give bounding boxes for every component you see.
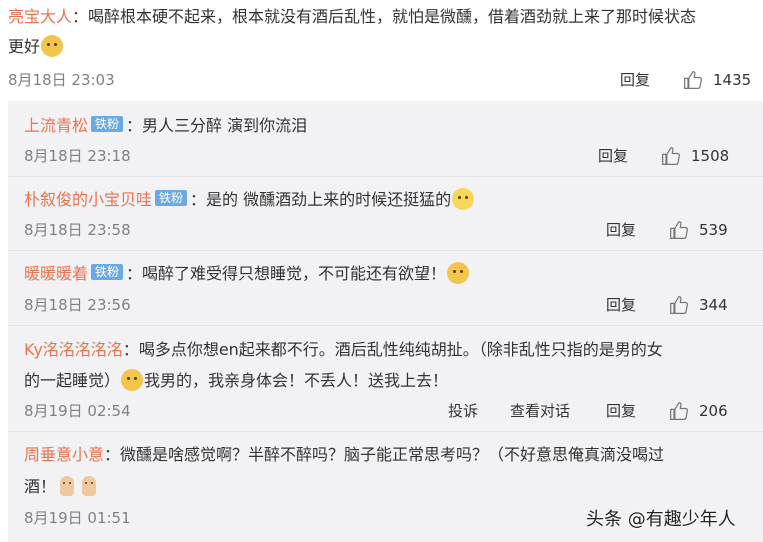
baby-emoji-icon — [60, 476, 75, 496]
reply-3-text: ：喝醉了难受得只想睡觉，不可能还有欲望！ — [126, 264, 447, 283]
main-comment-text: ：喝醉根本硬不起来，根本就没有酒后乱性，就怕是微醺，借着酒劲就上来了那时候状态 — [72, 7, 697, 26]
reply-4-text-2a: 的一起睡觉） — [24, 371, 121, 390]
doge-emoji-icon — [41, 35, 64, 57]
divider — [8, 325, 763, 326]
main-like-count: 1435 — [713, 71, 752, 89]
reply-2-reply-button[interactable]: 回复 — [606, 220, 636, 240]
reply-1-like-button[interactable]: 1508 — [661, 145, 729, 167]
reply-4-content: Ky洺洺洺洺洺：喝多点你想en起来都不行。酒后乱性纯纯胡扯。（除非乱性只指的是男… — [24, 338, 663, 362]
divider — [8, 250, 763, 251]
reply-1-content: 上流青松 铁粉 ：男人三分醉 演到你流泪 — [24, 114, 307, 138]
thumbs-up-icon — [670, 221, 688, 239]
reply-2-time: 8月18日 23:58 — [24, 221, 131, 239]
reply-5-time: 8月19日 01:51 — [24, 509, 131, 527]
reply-1-time: 8月18日 23:18 — [24, 147, 131, 165]
thumbs-up-icon — [684, 71, 702, 89]
thumbs-up-icon — [662, 147, 680, 165]
reply-5-content: 周垂意小意：微醺是啥感觉啊？半醉不醉吗？脑子能正常思考吗？（不好意思俺真滴没喝过 — [24, 443, 664, 467]
main-comment-line-1: 亮宝大人：喝醉根本硬不起来，根本就没有酒后乱性，就怕是微醺，借着酒劲就上来了那时… — [8, 5, 696, 29]
reply-3-time: 8月18日 23:56 — [24, 296, 131, 314]
reply-4-text-2b: 我男的，我亲身体会！不丢人！送我上去！ — [144, 371, 449, 390]
reply-2-username[interactable]: 朴叙俊的小宝贝哇 — [24, 190, 152, 209]
replies-section — [8, 101, 763, 542]
reply-5-text: ：微醺是啥感觉啊？半醉不醉吗？脑子能正常思考吗？（不好意思俺真滴没喝过 — [104, 445, 665, 464]
watermark: 头条 @有趣少年人 — [586, 509, 736, 530]
main-comment-line-2: 更好 — [8, 35, 64, 59]
reply-3-reply-button[interactable]: 回复 — [606, 295, 636, 315]
reply-3-like-count: 344 — [699, 296, 728, 314]
divider — [8, 176, 763, 177]
reply-2-text: ：是的 微醺酒劲上来的时候还挺猛的 — [190, 190, 452, 209]
reply-2-like-button[interactable]: 539 — [669, 219, 728, 241]
reply-4-like-count: 206 — [699, 402, 728, 420]
reply-1-username[interactable]: 上流青松 — [24, 116, 88, 135]
laugh-emoji-icon — [452, 188, 475, 210]
reply-1-reply-button[interactable]: 回复 — [598, 146, 628, 166]
main-comment: 亮宝大人：喝醉根本硬不起来，根本就没有酒后乱性，就怕是微醺，借着酒劲就上来了那时… — [0, 0, 763, 100]
main-comment-time: 8月18日 23:03 — [8, 71, 115, 89]
reply-5-content-2: 酒！ — [24, 475, 100, 499]
reply-4-reply-button[interactable]: 回复 — [606, 401, 636, 421]
reply-2-content: 朴叙俊的小宝贝哇 铁粉 ：是的 微醺酒劲上来的时候还挺猛的 — [24, 188, 475, 212]
thumbs-up-icon — [670, 296, 688, 314]
reply-4-username[interactable]: Ky洺洺洺洺洺 — [24, 340, 123, 359]
reply-1-like-count: 1508 — [691, 147, 730, 165]
fan-badge: 铁粉 — [155, 190, 188, 206]
reply-4-text: ：喝多点你想en起来都不行。酒后乱性纯纯胡扯。（除非乱性只指的是男的女 — [122, 340, 663, 359]
doge-emoji-icon — [447, 262, 470, 284]
reply-4-content-2: 的一起睡觉） 我男的，我亲身体会！不丢人！送我上去！ — [24, 369, 448, 393]
view-conversation-button[interactable]: 查看对话 — [510, 401, 570, 421]
fan-badge: 铁粉 — [91, 264, 124, 280]
reply-5-username[interactable]: 周垂意小意 — [24, 445, 104, 464]
thumbs-up-icon — [670, 402, 688, 420]
fan-badge: 铁粉 — [91, 116, 124, 132]
main-comment-username[interactable]: 亮宝大人 — [8, 7, 72, 26]
divider — [8, 431, 763, 432]
reply-2-like-count: 539 — [699, 221, 728, 239]
reply-4-time: 8月19日 02:54 — [24, 402, 131, 420]
report-button[interactable]: 投诉 — [448, 401, 478, 421]
baby-emoji-icon — [82, 476, 97, 496]
reply-5-text-2: 酒！ — [24, 477, 57, 496]
doge-emoji-icon — [121, 369, 144, 391]
main-comment-text-2: 更好 — [8, 37, 41, 56]
reply-3-content: 暖暖暖着 铁粉 ：喝醉了难受得只想睡觉，不可能还有欲望！ — [24, 262, 470, 286]
reply-3-username[interactable]: 暖暖暖着 — [24, 264, 88, 283]
main-reply-button[interactable]: 回复 — [620, 70, 650, 90]
reply-1-text: ：男人三分醉 演到你流泪 — [126, 116, 308, 135]
main-like-button[interactable]: 1435 — [683, 69, 751, 91]
reply-3-like-button[interactable]: 344 — [669, 294, 728, 316]
reply-4-like-button[interactable]: 206 — [669, 400, 728, 422]
